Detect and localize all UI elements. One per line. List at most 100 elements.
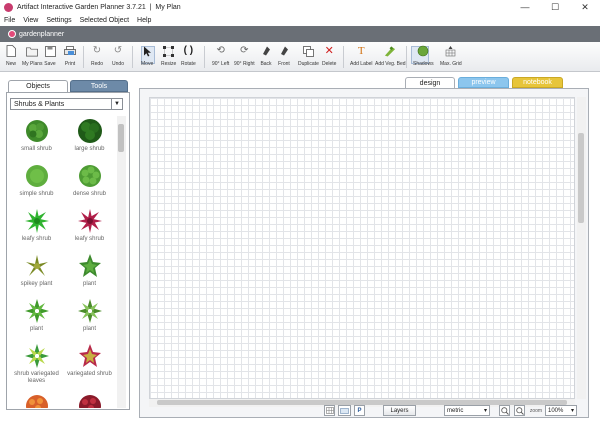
menu-view[interactable]: View (23, 17, 38, 24)
save-button[interactable]: Save (44, 45, 56, 69)
plant-dense-shrub[interactable]: dense shrub (63, 161, 116, 206)
plant-variegated-shrub[interactable]: variegated shrub (63, 341, 116, 386)
toolbar-separator (406, 46, 407, 68)
delete-label: Delete (322, 61, 337, 67)
plant-light[interactable]: plant (63, 296, 116, 341)
new-button[interactable]: New (5, 45, 17, 69)
zoom-in-icon[interactable] (499, 405, 510, 416)
folder-icon (26, 45, 39, 57)
print-button[interactable]: Print (64, 45, 76, 69)
max-grid-label: Max. Grid (440, 61, 462, 67)
toolbar-separator (204, 46, 205, 68)
rotate-button[interactable]: ( ) Rotate (181, 45, 196, 69)
plant-star-icon (78, 254, 101, 277)
variegated-leaves-icon (24, 344, 49, 368)
chevron-down-icon: ▾ (483, 408, 487, 414)
plant-label: spikey plant (20, 281, 53, 287)
menu-bar: File View Settings Selected Object Help (0, 14, 600, 26)
rotate-left-button[interactable]: ⟲ 90° Left (212, 45, 229, 69)
tab-objects[interactable]: Objects (8, 80, 68, 92)
plant-star[interactable]: plant (63, 251, 116, 296)
plant-large-shrub[interactable]: large shrub (63, 116, 116, 161)
plant-leafy-shrub-red[interactable]: leafy shrub (63, 206, 116, 251)
plant-label: large shrub (74, 146, 105, 152)
zoom-out-icon[interactable] (514, 405, 525, 416)
zoom-label: zoom (529, 407, 543, 414)
app-icon (4, 2, 13, 12)
back-button[interactable]: Back (260, 45, 272, 69)
plant-label: plant (82, 326, 96, 332)
plant-red-flower[interactable] (63, 391, 116, 408)
simple-shrub-icon (25, 165, 48, 187)
menu-selected-object[interactable]: Selected Object (80, 17, 129, 24)
plant-label: small shrub (21, 146, 52, 152)
shadows-icon (417, 45, 429, 57)
redo-icon: ↻ (92, 45, 102, 56)
move-button[interactable]: Move (141, 45, 153, 69)
plant-green-icon (24, 299, 49, 323)
plant-orange-flower[interactable] (10, 391, 63, 408)
resize-button[interactable]: Resize (161, 45, 176, 69)
duplicate-label: Duplicate (298, 61, 319, 67)
plant-green[interactable]: plant (10, 296, 63, 341)
menu-file[interactable]: File (4, 17, 15, 24)
plant-list-scrollbar[interactable] (117, 116, 126, 408)
save-icon (44, 45, 56, 57)
tab-tools[interactable]: Tools (70, 80, 128, 92)
plant-simple-shrub[interactable]: simple shrub (10, 161, 63, 206)
design-canvas-grid[interactable] (149, 97, 575, 399)
plant-label: plant (82, 281, 96, 287)
plant-label: leafy shrub (74, 236, 105, 242)
scrollbar-thumb[interactable] (118, 124, 124, 152)
plant-label: plant (29, 326, 43, 332)
duplicate-button[interactable]: Duplicate (298, 45, 319, 69)
layers-button[interactable]: Layers (383, 405, 416, 416)
canvas-vertical-scrollbar[interactable] (577, 97, 586, 399)
grid-view-icon[interactable] (324, 405, 335, 416)
plant-leafy-shrub-green[interactable]: leafy shrub (10, 206, 63, 251)
ruler-icon[interactable] (338, 405, 351, 416)
chevron-down-icon[interactable]: ▼ (111, 99, 122, 109)
add-label-button[interactable]: T Add Label (350, 45, 373, 69)
plant-text-icon[interactable]: P (354, 405, 365, 416)
tab-design[interactable]: design (405, 77, 455, 88)
tab-notebook[interactable]: notebook (512, 77, 563, 88)
close-button[interactable]: ✕ (570, 0, 600, 14)
menu-settings[interactable]: Settings (46, 17, 71, 24)
dense-shrub-icon (78, 165, 101, 187)
rotate-right-button[interactable]: ⟳ 90° Right (234, 45, 255, 69)
delete-button[interactable]: ✕ Delete (322, 45, 336, 69)
shadows-button[interactable]: Shadows (413, 45, 434, 69)
add-label-label: Add Label (350, 61, 373, 67)
menu-help[interactable]: Help (137, 17, 151, 24)
rotate-left-icon: ⟲ (216, 45, 225, 56)
minimize-button[interactable]: — (510, 0, 540, 14)
my-plans-button[interactable]: My Plans (22, 45, 43, 69)
undo-button[interactable]: ↺ Undo (112, 45, 124, 69)
rotate-label: Rotate (181, 61, 196, 67)
leafy-shrub-green-icon (24, 209, 49, 233)
scrollbar-thumb[interactable] (578, 133, 584, 223)
front-button[interactable]: Front (278, 45, 290, 69)
tab-preview[interactable]: preview (458, 77, 509, 88)
print-label: Print (64, 61, 76, 67)
units-select[interactable]: metric ▾ (444, 405, 490, 416)
rotate-right-label: 90° Right (234, 61, 255, 67)
send-back-icon (260, 45, 272, 57)
toolbar: New My Plans Save Print ↻ Redo ↺ Undo Mo… (0, 42, 600, 72)
plant-spikey-plant[interactable]: spikey plant (10, 251, 63, 296)
add-veg-bed-button[interactable]: Add Veg. Bed (375, 45, 406, 69)
plant-small-shrub[interactable]: small shrub (10, 116, 63, 161)
brand-bar: gardenplanner (0, 26, 600, 42)
max-grid-button[interactable]: Max. Grid (440, 45, 462, 69)
plant-label: variegated shrub (67, 371, 112, 377)
logo-icon (8, 30, 16, 38)
zoom-select[interactable]: 100% ▾ (545, 405, 577, 416)
red-flower-icon (78, 395, 101, 408)
plant-shrub-variegated-leaves[interactable]: shrub variegated leaves (10, 341, 63, 386)
category-dropdown[interactable]: Shrubs & Plants ▼ (10, 98, 123, 110)
veg-bed-icon (384, 45, 396, 57)
save-label: Save (44, 61, 56, 67)
redo-button[interactable]: ↻ Redo (91, 45, 103, 69)
maximize-button[interactable]: ☐ (540, 0, 570, 14)
